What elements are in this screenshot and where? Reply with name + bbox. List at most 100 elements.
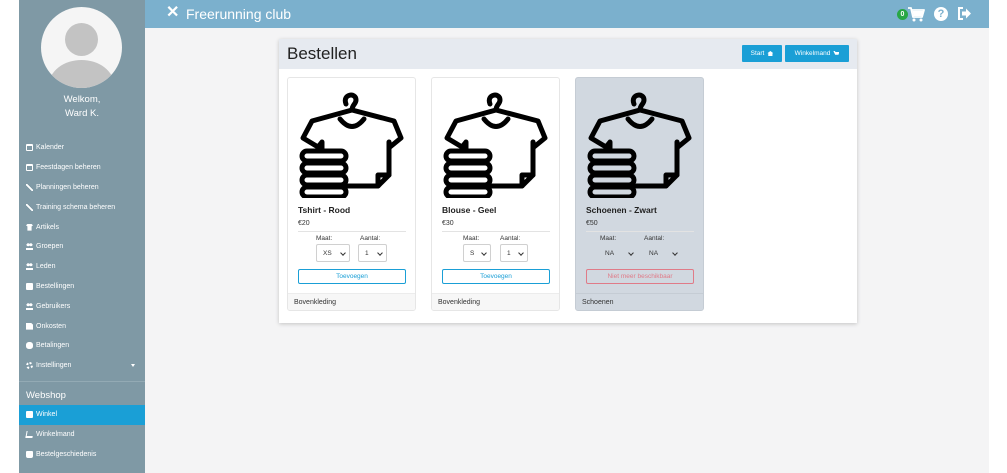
- home-icon: [767, 51, 774, 56]
- bag-icon: [26, 450, 33, 458]
- sidebar-item-label: Onkosten: [36, 322, 66, 330]
- sidebar-item-instellingen[interactable]: Instellingen: [19, 356, 145, 376]
- sidebar: Welkom, Ward K. Kalender Feestdagen behe…: [19, 0, 145, 473]
- chevron-down-icon: [131, 363, 135, 367]
- size-value: S: [470, 249, 475, 257]
- cart-count-badge: 0: [897, 9, 908, 20]
- quantity-value: 1: [507, 249, 511, 257]
- shirt-stack-icon: [443, 92, 548, 198]
- chevron-down-icon: [340, 250, 346, 256]
- start-button[interactable]: Start: [742, 45, 782, 62]
- start-label: Start: [750, 50, 765, 57]
- shirt-stack-icon: [587, 92, 692, 198]
- webshop-heading: Webshop: [26, 390, 66, 401]
- quantity-label: Aantal:: [644, 235, 665, 242]
- welcome-greeting: Welkom,: [63, 94, 101, 105]
- wrench-icon: [26, 183, 33, 191]
- wrench-icon: [26, 203, 33, 211]
- product-name: Schoenen - Zwart: [586, 205, 657, 215]
- chevron-down-icon: [518, 250, 524, 256]
- quantity-select[interactable]: 1: [500, 244, 528, 262]
- sidebar-divider: [19, 381, 145, 382]
- sidebar-item-label: Planningen beheren: [36, 183, 99, 191]
- shirt-icon: [26, 223, 33, 231]
- sidebar-nav: Kalender Feestdagen beheren Planningen b…: [19, 138, 145, 376]
- quantity-select[interactable]: 1: [358, 244, 387, 262]
- store-icon: [26, 411, 33, 419]
- left-margin: [0, 0, 19, 473]
- sidebar-item-bestellingen[interactable]: Bestellingen: [19, 277, 145, 297]
- file-icon: [26, 322, 33, 330]
- sidebar-item-bestelgeschiedenis[interactable]: Bestelgeschiedenis: [19, 445, 145, 465]
- truck-icon: [26, 282, 33, 290]
- sidebar-item-planningen[interactable]: Planningen beheren: [19, 178, 145, 198]
- order-panel: Bestellen Start Winkelmand Tshirt - Rood: [279, 39, 857, 323]
- help-icon[interactable]: ?: [934, 7, 948, 21]
- chevron-down-icon: [481, 250, 487, 256]
- gears-icon: [26, 362, 33, 370]
- unavailable-button: Niet meer beschikbaar: [586, 269, 694, 284]
- welcome-text: Welkom, Ward K.: [19, 93, 145, 121]
- sidebar-item-label: Feestdagen beheren: [36, 164, 101, 172]
- sidebar-item-label: Groepen: [36, 243, 64, 251]
- card-divider: [586, 231, 694, 232]
- sidebar-item-label: Leden: [36, 263, 56, 271]
- sidebar-item-label: Instellingen: [36, 362, 72, 370]
- sidebar-item-label: Gebruikers: [36, 302, 71, 310]
- cart-icon[interactable]: [908, 7, 925, 22]
- cart-icon: [25, 431, 34, 439]
- logout-icon[interactable]: [957, 6, 972, 21]
- product-name: Blouse - Geel: [442, 205, 497, 215]
- close-icon[interactable]: ✕: [166, 5, 179, 21]
- size-label: Maat:: [600, 235, 617, 242]
- product-category: Bovenkleding: [288, 293, 415, 310]
- shirt-stack-icon: [299, 92, 404, 198]
- sidebar-item-winkel[interactable]: Winkel: [19, 405, 145, 425]
- size-select[interactable]: S: [463, 244, 491, 262]
- sidebar-item-onkosten[interactable]: Onkosten: [19, 316, 145, 336]
- product-name: Tshirt - Rood: [298, 205, 351, 215]
- product-price: €50: [586, 220, 598, 227]
- sidebar-item-artikels[interactable]: Artikels: [19, 217, 145, 237]
- sidebar-item-leden[interactable]: Leden: [19, 257, 145, 277]
- sidebar-item-gebruikers[interactable]: Gebruikers: [19, 296, 145, 316]
- avatar-body: [49, 60, 114, 88]
- webshop-nav: Winkel Winkelmand Bestelgeschiedenis: [19, 405, 145, 464]
- avatar: [41, 7, 122, 88]
- users-icon: [26, 243, 33, 251]
- sidebar-item-winkelmand[interactable]: Winkelmand: [19, 425, 145, 445]
- sidebar-item-feestdagen[interactable]: Feestdagen beheren: [19, 158, 145, 178]
- users-icon: [26, 263, 33, 271]
- product-card: Blouse - Geel €30 Maat: Aantal: S 1 Toev…: [431, 77, 560, 311]
- add-button[interactable]: Toevoegen: [298, 269, 406, 284]
- product-card: Schoenen - Zwart €50 Maat: Aantal: NA NA…: [575, 77, 704, 311]
- sidebar-item-label: Winkelmand: [36, 431, 75, 439]
- cart-button[interactable]: Winkelmand: [785, 45, 849, 62]
- sidebar-item-label: Bestellingen: [36, 282, 75, 290]
- product-price: €30: [442, 220, 454, 227]
- sidebar-item-label: Bestelgeschiedenis: [36, 450, 97, 458]
- card-divider: [442, 231, 550, 232]
- avatar-head: [65, 23, 98, 56]
- add-button[interactable]: Toevoegen: [442, 269, 550, 284]
- product-category: Schoenen: [576, 293, 703, 310]
- size-value: NA: [605, 249, 615, 257]
- sidebar-item-label: Artikels: [36, 223, 59, 231]
- sidebar-item-groepen[interactable]: Groepen: [19, 237, 145, 257]
- panel-header: Bestellen Start Winkelmand: [279, 39, 857, 69]
- sidebar-item-training-schema[interactable]: Training schema beheren: [19, 197, 145, 217]
- quantity-label: Aantal:: [500, 235, 521, 242]
- topbar: ✕ Freerunning club 0 ?: [145, 0, 989, 28]
- size-label: Maat:: [316, 235, 333, 242]
- calendar-icon: [26, 164, 33, 172]
- sidebar-item-label: Kalender: [36, 144, 65, 152]
- size-select[interactable]: XS: [316, 244, 350, 262]
- quantity-label: Aantal:: [360, 235, 381, 242]
- sidebar-item-betalingen[interactable]: Betalingen: [19, 336, 145, 356]
- right-margin: [989, 0, 1007, 473]
- size-select: NA: [598, 244, 638, 262]
- chevron-down-icon: [377, 250, 383, 256]
- sidebar-item-kalender[interactable]: Kalender: [19, 138, 145, 158]
- chevron-down-icon: [628, 250, 634, 256]
- calendar-icon: [26, 144, 33, 152]
